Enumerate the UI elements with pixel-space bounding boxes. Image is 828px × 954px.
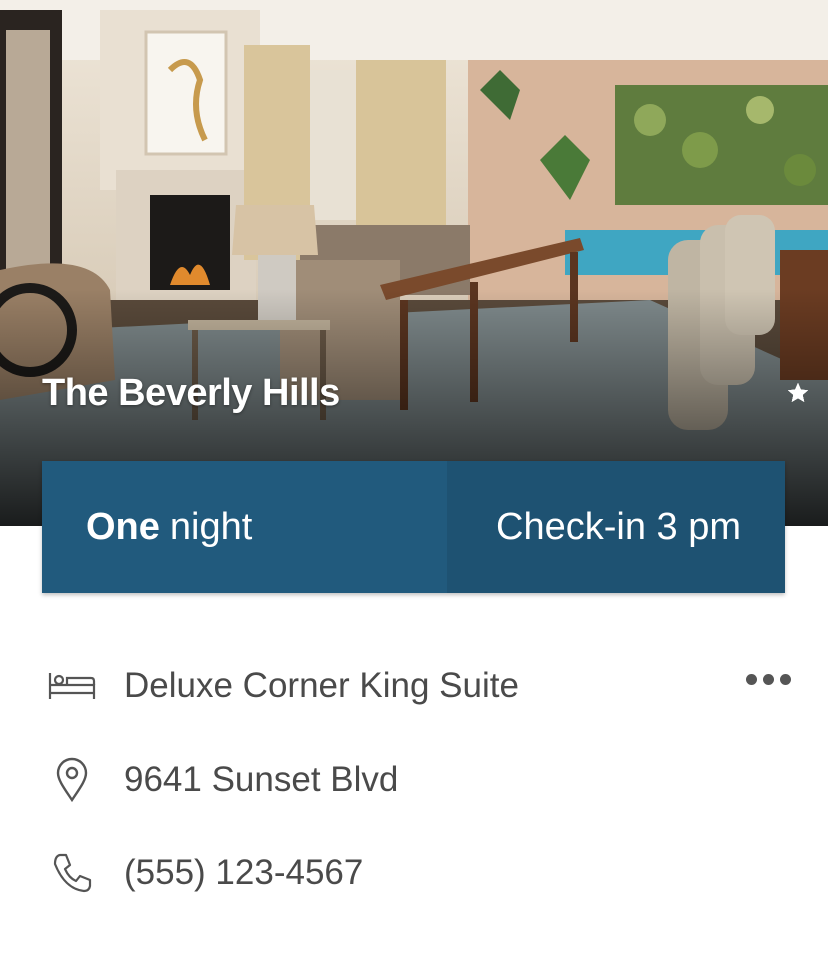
more-options-icon[interactable] <box>746 674 791 685</box>
bed-icon <box>46 662 98 710</box>
hotel-address: 9641 Sunset Blvd <box>124 760 399 799</box>
room-type-row[interactable]: Deluxe Corner King Suite <box>46 656 791 716</box>
stay-summary-bar[interactable]: One night Check-in 3 pm <box>42 461 785 593</box>
star-icon <box>788 383 808 402</box>
phone-icon <box>46 849 98 897</box>
address-row[interactable]: 9641 Sunset Blvd <box>46 750 791 810</box>
hotel-name: The Beverly Hills <box>42 372 340 414</box>
suite-photo <box>0 0 828 526</box>
nights-count: One <box>86 505 160 548</box>
location-pin-icon <box>46 756 98 804</box>
checkin-label: Check-in 3 pm <box>447 461 785 593</box>
nights-unit: night <box>169 505 253 548</box>
phone-row[interactable]: (555) 123-4567 <box>46 843 791 903</box>
hotel-phone: (555) 123-4567 <box>124 853 364 892</box>
hotel-hero-image: The Beverly Hills <box>0 0 828 526</box>
room-type: Deluxe Corner King Suite <box>124 666 519 705</box>
nights-label: One night <box>42 461 447 593</box>
